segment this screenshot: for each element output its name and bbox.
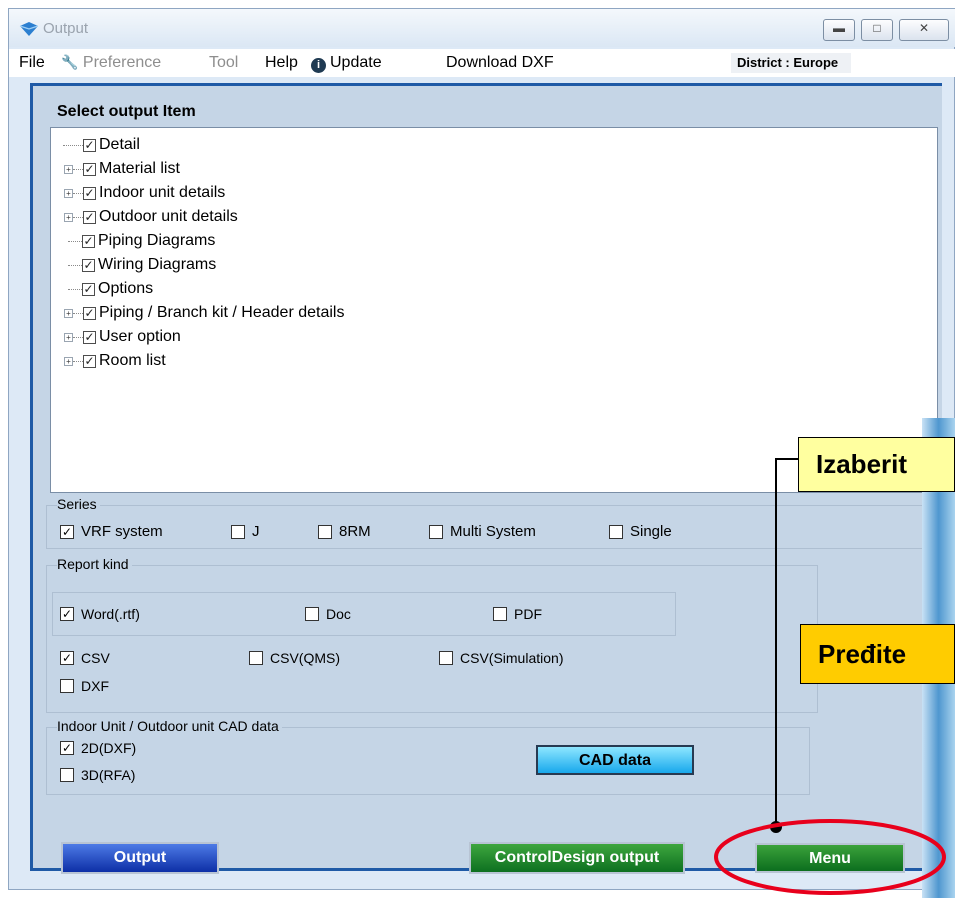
report-kind-group [46,565,818,713]
tree-item-piping-branch-header[interactable]: + ✓ Piping / Branch kit / Header details [51,301,344,325]
checkbox-vrf-system[interactable]: ✓ [60,524,74,539]
checkbox-options[interactable]: ✓ [82,282,95,296]
report-csv-simulation[interactable]: CSV(Simulation) [439,650,563,666]
expand-icon[interactable]: + [64,332,73,342]
report-doc[interactable]: Doc [305,606,351,622]
tree-item-indoor-unit-details[interactable]: + ✓ Indoor unit details [51,181,225,205]
close-icon: ✕ [918,21,930,35]
menu-download-dxf[interactable]: Download DXF [446,54,554,72]
control-design-output-button[interactable]: ControlDesign output [469,842,685,874]
series-8rm[interactable]: 8RM [318,523,371,540]
tree-item-material-list[interactable]: + ✓ Material list [51,157,180,181]
report-pdf[interactable]: PDF [493,606,542,622]
menu-button[interactable]: Menu [755,843,905,873]
close-button[interactable]: ✕ [899,19,949,41]
expand-icon[interactable]: + [64,212,73,222]
cad-3d-rfa[interactable]: 3D(RFA) [60,767,135,783]
tree-item-user-option[interactable]: + ✓ User option [51,325,181,349]
menu-file[interactable]: File [19,54,45,72]
tree-item-detail[interactable]: ✓ Detail [51,133,140,157]
title-bar[interactable]: Output ▬ □ ✕ [9,9,955,47]
checkbox-8rm[interactable] [318,524,332,539]
expand-icon[interactable]: + [64,308,73,318]
checkbox-indoor-unit-details[interactable]: ✓ [83,186,96,200]
expand-icon[interactable]: + [64,356,73,366]
tree-item-outdoor-unit-details[interactable]: + ✓ Outdoor unit details [51,205,238,229]
checkbox-detail[interactable]: ✓ [83,138,96,152]
cad-2d-dxf[interactable]: ✓ 2D(DXF) [60,740,136,756]
series-j[interactable]: J [231,523,260,540]
cad-data-title: Indoor Unit / Outdoor unit CAD data [57,718,282,734]
tree-item-options[interactable]: ✓ Options [51,277,153,301]
minimize-button[interactable]: ▬ [823,19,855,41]
maximize-icon: □ [873,21,881,35]
checkbox-piping-diagrams[interactable]: ✓ [82,234,95,248]
report-csv-qms[interactable]: CSV(QMS) [249,650,340,666]
report-dxf[interactable]: DXF [60,678,109,694]
checkbox-outdoor-unit-details[interactable]: ✓ [83,210,96,224]
checkbox-piping-branch-header[interactable]: ✓ [83,306,96,320]
series-title: Series [57,496,100,512]
tree-item-wiring-diagrams[interactable]: ✓ Wiring Diagrams [51,253,216,277]
callout-go-to: Pređite [800,624,955,684]
checkbox-material-list[interactable]: ✓ [83,162,96,176]
expand-icon[interactable]: + [64,188,73,198]
report-word[interactable]: ✓ Word(.rtf) [60,606,140,622]
series-multi-system[interactable]: Multi System [429,523,536,540]
checkbox-multi-system[interactable] [429,524,443,539]
checkbox-doc[interactable] [305,607,319,621]
report-format-subgroup [52,592,676,636]
checkbox-csv[interactable]: ✓ [60,651,74,665]
menu-update-label: Update [330,54,382,71]
checkbox-user-option[interactable]: ✓ [83,330,96,344]
checkbox-2d-dxf[interactable]: ✓ [60,741,74,755]
info-icon: i [311,58,326,73]
report-kind-title: Report kind [57,556,132,572]
checkbox-pdf[interactable] [493,607,507,621]
app-icon [19,22,39,36]
callout-select: Izaberit [798,437,955,492]
menu-preference[interactable]: 🔧 Preference [61,54,161,72]
report-csv[interactable]: ✓ CSV [60,650,110,666]
checkbox-csv-simulation[interactable] [439,651,453,665]
checkbox-single[interactable] [609,524,623,539]
checkbox-j[interactable] [231,524,245,539]
expand-icon[interactable]: + [64,164,73,174]
cad-data-group [46,727,810,795]
checkbox-3d-rfa[interactable] [60,768,74,782]
checkbox-dxf[interactable] [60,679,74,693]
output-button[interactable]: Output [61,842,219,874]
series-single[interactable]: Single [609,523,672,540]
district-label: District : Europe [731,53,851,73]
window-title: Output [43,20,89,37]
minimize-icon: ▬ [833,21,845,35]
tree-item-room-list[interactable]: + ✓ Room list [51,349,166,373]
tree-item-piping-diagrams[interactable]: ✓ Piping Diagrams [51,229,215,253]
menu-update[interactable]: i Update [311,54,382,73]
menu-bar: File 🔧 Preference Tool Help i Update Down… [9,49,955,77]
checkbox-word[interactable]: ✓ [60,607,74,621]
cad-data-button[interactable]: CAD data [536,745,694,775]
wrench-icon: 🔧 [61,54,79,70]
menu-tool[interactable]: Tool [209,54,238,72]
checkbox-room-list[interactable]: ✓ [83,354,96,368]
maximize-button[interactable]: □ [861,19,893,41]
checkbox-csv-qms[interactable] [249,651,263,665]
select-output-title: Select output Item [57,103,196,120]
checkbox-wiring-diagrams[interactable]: ✓ [82,258,95,272]
menu-preference-label: Preference [82,54,162,71]
menu-help[interactable]: Help [265,54,298,72]
series-vrf-system[interactable]: ✓ VRF system [60,523,163,540]
